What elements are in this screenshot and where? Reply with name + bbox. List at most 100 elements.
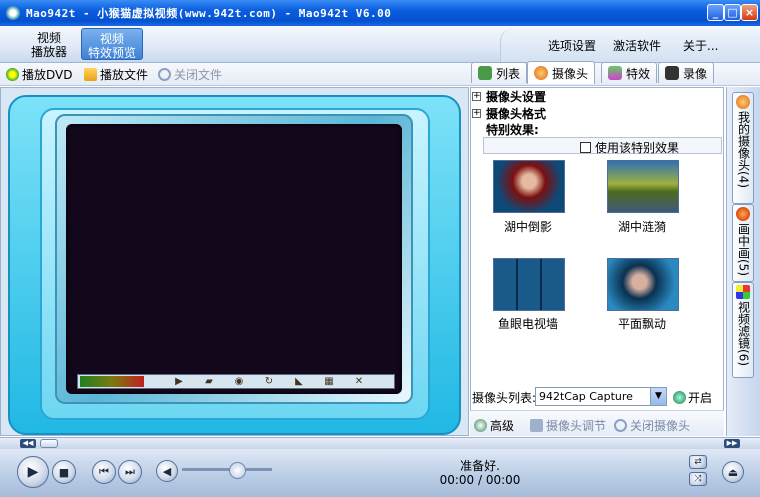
tab-video-player-line2: 播放器 <box>30 45 67 59</box>
tab-effects[interactable]: 特效 <box>601 62 658 83</box>
seek-forward-icon[interactable]: ▶▶ <box>724 439 740 448</box>
tab-effects-label: 特效 <box>626 66 651 81</box>
minimize-button[interactable]: _ <box>707 4 724 21</box>
lake-ripple-thumb[interactable] <box>607 160 679 213</box>
play-dvd-label: 播放DVD <box>22 68 73 82</box>
use-effect-box: 使用该特别效果 <box>483 137 722 156</box>
advanced-button[interactable]: 高级 <box>474 417 514 434</box>
tab-webcam[interactable]: 摄像头 <box>527 61 596 84</box>
open-camera-label: 开启 <box>688 391 713 405</box>
side-tab-pip-label: 画中画(5) <box>736 223 751 276</box>
volume-icon[interactable]: ◀ <box>156 460 178 482</box>
seek-bar[interactable]: ◀◀ ▶▶ <box>0 437 760 449</box>
open-camera-button[interactable]: 开启 <box>673 389 712 406</box>
folder-icon <box>84 68 97 81</box>
title-bar: Mao942t - 小猴猫虚拟视频(www.942t.com) - Mao942… <box>0 0 760 26</box>
volume-knob[interactable] <box>229 462 246 479</box>
side-tab-pip[interactable]: 画中画(5) <box>732 204 754 282</box>
stop-circle-icon <box>158 68 171 81</box>
tab-record-label: 录像 <box>683 66 708 81</box>
side-tab-my-camera[interactable]: 我的摄像头(4) <box>732 92 754 204</box>
tab-effects-preview-line1: 视频 <box>99 32 124 46</box>
refresh-icon[interactable]: ↻ <box>262 376 276 387</box>
use-effect-checkbox-row[interactable]: 使用该特别效果 <box>580 139 679 156</box>
camera-actions: 高级 摄像头调节 关闭摄像头 <box>470 410 724 436</box>
plane-flutter-thumb[interactable] <box>607 258 679 311</box>
close-file-label: 关闭文件 <box>174 68 223 82</box>
camera-format-row[interactable]: + 摄像头格式 <box>472 105 546 122</box>
shuffle-icon[interactable]: ⤨ <box>689 472 707 486</box>
app-icon[interactable] <box>6 6 20 20</box>
my-camera-icon <box>736 95 750 109</box>
close-button[interactable]: × <box>741 4 758 21</box>
settings-icon[interactable]: ◣ <box>292 376 306 387</box>
snapshot-icon[interactable]: ◉ <box>232 376 246 387</box>
adjust-icon <box>530 419 543 432</box>
tab-list[interactable]: 列表 <box>471 62 528 83</box>
window-title: Mao942t - 小猴猫虚拟视频(www.942t.com) - Mao942… <box>26 7 392 20</box>
seek-back-icon[interactable]: ◀◀ <box>20 439 36 448</box>
video-screen[interactable] <box>66 124 402 394</box>
tab-record[interactable]: 录像 <box>658 62 715 83</box>
time-text: 00:00 / 00:00 <box>439 473 521 487</box>
camera-adjust-button[interactable]: 摄像头调节 <box>530 417 606 434</box>
gear-icon <box>474 419 487 432</box>
use-effect-checkbox[interactable] <box>580 142 591 153</box>
close-camera-button[interactable]: 关闭摄像头 <box>614 417 690 434</box>
tab-webcam-label: 摄像头 <box>552 66 589 81</box>
side-tab-my-camera-label: 我的摄像头(4) <box>736 111 751 188</box>
eject-icon[interactable]: ⏏ <box>722 461 744 483</box>
chevron-down-icon[interactable]: ▼ <box>650 388 666 405</box>
close-file-button[interactable]: 关闭文件 <box>158 66 222 83</box>
lake-reflection-label: 湖中倒影 <box>503 220 552 234</box>
close-camera-label: 关闭摄像头 <box>630 419 691 433</box>
camera-select[interactable]: 942tCap Capture ▼ <box>535 387 667 406</box>
webcam-icon <box>534 66 548 80</box>
advanced-label: 高级 <box>490 419 515 433</box>
camera-settings-row[interactable]: + 摄像头设置 <box>472 88 546 105</box>
open-icon[interactable]: ▰ <box>202 376 216 387</box>
player-status: 准备好. 00:00 / 00:00 <box>400 459 560 487</box>
play-icon[interactable]: ▶ <box>172 376 186 387</box>
next-button[interactable]: ⏭ <box>118 460 142 484</box>
play-button[interactable]: ▶ <box>17 456 49 488</box>
play-dvd-button[interactable]: 播放DVD <box>6 66 72 83</box>
play-file-label: 播放文件 <box>100 68 149 82</box>
mute-icon[interactable]: ✕ <box>352 376 366 387</box>
seek-knob[interactable] <box>40 439 58 448</box>
side-tab-filters-label: 视频滤镜(6) <box>736 301 751 366</box>
plane-flutter-label: 平面飘动 <box>617 317 666 331</box>
list-icon <box>478 66 492 80</box>
tab-video-player[interactable]: 视频 播放器 <box>18 28 80 60</box>
power-icon <box>673 391 686 404</box>
level-meter <box>80 376 144 387</box>
maximize-button[interactable]: □ <box>724 4 741 21</box>
stop-button[interactable]: ■ <box>52 460 76 484</box>
tab-effects-preview[interactable]: 视频 特效预览 <box>81 28 143 60</box>
previous-button[interactable]: ⏮ <box>92 460 116 484</box>
volume-slider[interactable] <box>182 468 272 471</box>
record-icon <box>665 66 679 80</box>
fisheye-tv-wall-thumb[interactable] <box>493 258 565 311</box>
loop-icon[interactable]: ⇄ <box>689 455 707 469</box>
camera-adjust-label: 摄像头调节 <box>546 419 607 433</box>
tab-effects-preview-line2: 特效预览 <box>87 46 136 60</box>
tab-list-label: 列表 <box>496 66 521 81</box>
filter-icon <box>736 285 750 299</box>
options-menu[interactable]: 选项设置 <box>548 37 596 54</box>
video-control-strip: ▶ ▰ ◉ ↻ ◣ ▦ ✕ <box>77 374 395 389</box>
lake-reflection-thumb[interactable] <box>493 160 565 213</box>
play-file-button[interactable]: 播放文件 <box>84 66 148 83</box>
expand-icon: + <box>472 108 481 118</box>
expand-icon: + <box>472 91 481 101</box>
effects-icon <box>608 66 622 80</box>
fisheye-tv-wall-label: 鱼眼电视墙 <box>497 317 558 331</box>
tab-video-player-line1: 视频 <box>36 31 61 45</box>
about-menu[interactable]: 关于... <box>683 37 718 54</box>
grid-icon[interactable]: ▦ <box>322 376 336 387</box>
activate-menu[interactable]: 激活软件 <box>613 37 661 54</box>
dvd-icon <box>6 68 19 81</box>
camera-format-label: 摄像头格式 <box>486 107 547 121</box>
side-tab-filters[interactable]: 视频滤镜(6) <box>732 282 754 378</box>
camera-select-value: 942tCap Capture <box>539 390 633 403</box>
